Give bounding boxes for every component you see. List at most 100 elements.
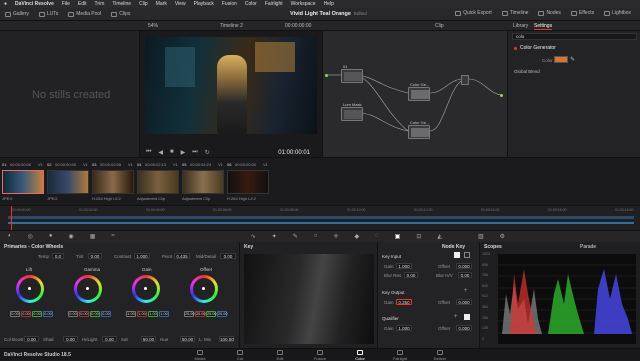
menu-color[interactable]: Color — [245, 1, 257, 7]
blur-icon[interactable]: ◌ — [375, 233, 379, 240]
hue-field[interactable]: 50.00 — [180, 336, 195, 342]
enabled-dot-icon[interactable] — [514, 47, 517, 50]
q-offset-field[interactable]: 0.000 — [456, 325, 472, 331]
wheel-offset[interactable] — [190, 275, 218, 303]
pivot-field[interactable]: 0.435 — [174, 253, 190, 259]
clip-01-thumbnail[interactable] — [2, 170, 44, 194]
node-03[interactable]: Color Ge... — [408, 82, 430, 101]
rgb-mixer-icon[interactable]: ▦ — [90, 233, 96, 240]
menu-playback[interactable]: Playback — [194, 1, 214, 7]
out-offset-field[interactable]: 0.000 — [456, 299, 472, 305]
page-media[interactable]: Media — [180, 350, 220, 361]
stop-icon[interactable]: ■ — [170, 149, 174, 156]
node-02[interactable]: Lum Mask — [341, 102, 363, 121]
timeline-track-v1[interactable] — [8, 216, 634, 219]
playhead[interactable] — [11, 206, 12, 231]
page-edit[interactable]: Edit — [260, 350, 300, 361]
temp-field[interactable]: 0.0 — [52, 253, 64, 259]
search-input[interactable]: colo — [512, 33, 637, 40]
wheel-lift-handle[interactable] — [28, 287, 31, 290]
in-offset-field[interactable]: 0.000 — [456, 263, 472, 269]
curves-icon[interactable]: ∿ — [251, 233, 256, 240]
output-port[interactable] — [500, 94, 503, 97]
q-gain-field[interactable]: 1.000 — [396, 325, 412, 331]
wheel-lift-value-b[interactable]: 0.00 — [43, 311, 53, 317]
wheel-lift-value-g[interactable]: 0.00 — [32, 311, 42, 317]
wheel-offset-handle[interactable] — [202, 287, 205, 290]
layer-mixer-node[interactable] — [461, 75, 469, 85]
menu-fusion[interactable]: Fusion — [222, 1, 237, 7]
page-fusion[interactable]: Fusion — [300, 350, 340, 361]
luts-button[interactable]: LUTs — [34, 11, 63, 17]
timeline-dropdown[interactable]: Timeline 2 — [220, 23, 243, 29]
timeline-track-v2[interactable] — [8, 222, 634, 224]
node-04[interactable]: Color Ge... — [408, 120, 430, 139]
l-mix-field[interactable]: 100.00 — [219, 336, 234, 342]
motion-effects-icon[interactable]: ≈ — [111, 233, 114, 240]
clip-02-thumbnail[interactable] — [47, 170, 89, 194]
magic-mask-icon[interactable]: ◆ — [354, 233, 359, 240]
page-cut[interactable]: Cut — [220, 350, 260, 361]
section-color-generator[interactable]: Color Generator — [520, 45, 556, 51]
menu-trim[interactable]: Trim — [95, 1, 105, 7]
qualifier-add-icon[interactable]: + — [454, 314, 458, 320]
menu-app-name[interactable]: DaVinci Resolve — [15, 1, 54, 7]
effects-toggle-button[interactable]: Effects — [566, 10, 599, 16]
menu-workspace[interactable]: Workspace — [291, 1, 316, 7]
key-input-invert-icon[interactable] — [454, 252, 460, 258]
middetail-field[interactable]: 0.00 — [220, 253, 236, 259]
menu-help[interactable]: Help — [324, 1, 334, 7]
wheel-lift-value-r[interactable]: 0.00 — [21, 311, 31, 317]
scope-mode-dropdown[interactable]: Parade — [580, 244, 596, 250]
menu-edit[interactable]: Edit — [78, 1, 87, 7]
tab-settings[interactable]: Settings — [534, 23, 553, 30]
camera-raw-icon[interactable]: ◐ — [8, 233, 12, 240]
nodes-toggle-button[interactable]: Nodes — [533, 10, 565, 16]
3d-icon[interactable]: ◭ — [437, 233, 442, 240]
hi-light-field[interactable]: 0.00 — [102, 336, 117, 342]
clip-04-thumbnail[interactable] — [137, 170, 179, 194]
clip-05-thumbnail[interactable] — [182, 170, 224, 194]
menu-timeline[interactable]: Timeline — [112, 1, 131, 7]
video-frame[interactable] — [145, 37, 317, 134]
clip-03-thumbnail[interactable] — [92, 170, 134, 194]
menu-fairlight[interactable]: Fairlight — [265, 1, 283, 7]
wheel-gamma-value-y[interactable]: 0.00 — [68, 311, 78, 317]
go-end-icon[interactable]: ⏭ — [192, 149, 197, 156]
color-match-icon[interactable]: ◎ — [28, 233, 33, 240]
sat-field[interactable]: 50.00 — [141, 336, 156, 342]
wheel-gamma[interactable] — [74, 275, 102, 303]
out-gain-field[interactable]: 0.250 — [396, 299, 412, 305]
color-swatch[interactable] — [554, 56, 568, 63]
page-deliver[interactable]: Deliver — [420, 350, 460, 361]
wheel-offset-value-b[interactable]: 25.00 — [217, 311, 228, 317]
media-pool-button[interactable]: Media Pool — [63, 11, 106, 17]
lightbox-button[interactable]: Lightbox — [599, 10, 636, 16]
wheel-gamma-value-g[interactable]: 0.00 — [90, 311, 100, 317]
qualifier-icon[interactable]: ✎ — [293, 233, 298, 240]
tint-field[interactable]: 0.00 — [88, 253, 102, 259]
wheel-gamma-value-r[interactable]: 0.00 — [79, 311, 89, 317]
wheel-gain[interactable] — [132, 275, 160, 303]
clip-mode-dropdown[interactable]: Clip — [435, 23, 444, 29]
clip-06-thumbnail[interactable] — [227, 170, 269, 194]
step-back-icon[interactable]: ◀ — [158, 149, 163, 156]
wheel-offset-value-r[interactable]: 25.00 — [195, 311, 206, 317]
wheel-gamma-value-b[interactable]: 0.00 — [101, 311, 111, 317]
scope-options-icon[interactable]: ⚙ — [500, 233, 505, 240]
wheel-lift[interactable] — [16, 275, 44, 303]
key-output-add-icon[interactable]: + — [464, 288, 468, 294]
contrast-field[interactable]: 1.000 — [134, 253, 150, 259]
warper-icon[interactable]: ✦ — [272, 233, 277, 240]
input-port[interactable] — [325, 74, 328, 77]
clips-button[interactable]: Clips — [106, 11, 135, 17]
wheel-offset-value-g[interactable]: 25.00 — [206, 311, 217, 317]
in-gain-field[interactable]: 1.000 — [396, 263, 412, 269]
loop-icon[interactable]: ↻ — [205, 149, 210, 156]
scope-parade-icon[interactable]: ▥ — [478, 233, 484, 240]
menu-mark[interactable]: Mark — [156, 1, 167, 7]
node-01[interactable]: 01 — [341, 64, 363, 83]
menu-file[interactable]: File — [62, 1, 70, 7]
global-blend-section[interactable]: Global Blend — [514, 69, 540, 74]
hdr-icon[interactable]: ◉ — [69, 233, 74, 240]
